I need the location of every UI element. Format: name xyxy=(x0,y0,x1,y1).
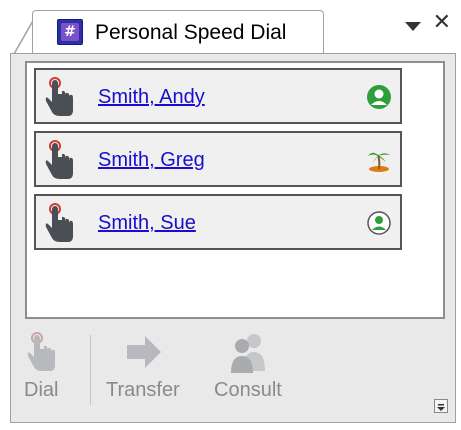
close-icon[interactable]: ✕ xyxy=(433,12,451,34)
contact-name-link[interactable]: Smith, Sue xyxy=(98,212,196,235)
action-toolbar: Dial Transfer Consult xyxy=(10,323,454,421)
transfer-arrow-icon xyxy=(126,336,161,368)
contact-row[interactable]: Smith, Sue xyxy=(34,194,402,250)
available-person-icon xyxy=(367,85,391,109)
dial-button[interactable]: Dial xyxy=(24,331,58,402)
dial-hand-icon xyxy=(27,332,56,371)
dial-hand-icon[interactable] xyxy=(42,202,76,244)
contact-name-link[interactable]: Smith, Greg xyxy=(98,149,205,172)
dial-hand-icon[interactable] xyxy=(42,139,76,181)
consult-button[interactable]: Consult xyxy=(214,331,282,402)
tab-title: Personal Speed Dial xyxy=(95,21,287,44)
transfer-button[interactable]: Transfer xyxy=(106,331,180,402)
contact-name-link[interactable]: Smith, Andy xyxy=(98,86,205,109)
window-controls: ✕ xyxy=(404,12,451,34)
overflow-menu-icon[interactable] xyxy=(434,399,448,413)
contact-row[interactable]: Smith, Andy xyxy=(34,68,402,124)
vacation-palm-tree-icon xyxy=(368,152,390,172)
dropdown-arrow-icon[interactable] xyxy=(404,21,421,31)
hash-icon: # xyxy=(57,19,83,45)
toolbar-separator xyxy=(90,335,91,405)
dial-hand-icon[interactable] xyxy=(42,76,76,118)
consult-people-icon xyxy=(230,334,265,373)
dial-label: Dial xyxy=(24,379,59,401)
contact-list: Smith, Andy Smith, Greg Smith, Sue xyxy=(25,61,445,319)
away-person-icon xyxy=(367,211,391,235)
contact-row[interactable]: Smith, Greg xyxy=(34,131,402,187)
transfer-label: Transfer xyxy=(106,379,180,401)
tab-personal-speed-dial[interactable]: # Personal Speed Dial xyxy=(32,10,324,54)
consult-label: Consult xyxy=(214,379,282,401)
